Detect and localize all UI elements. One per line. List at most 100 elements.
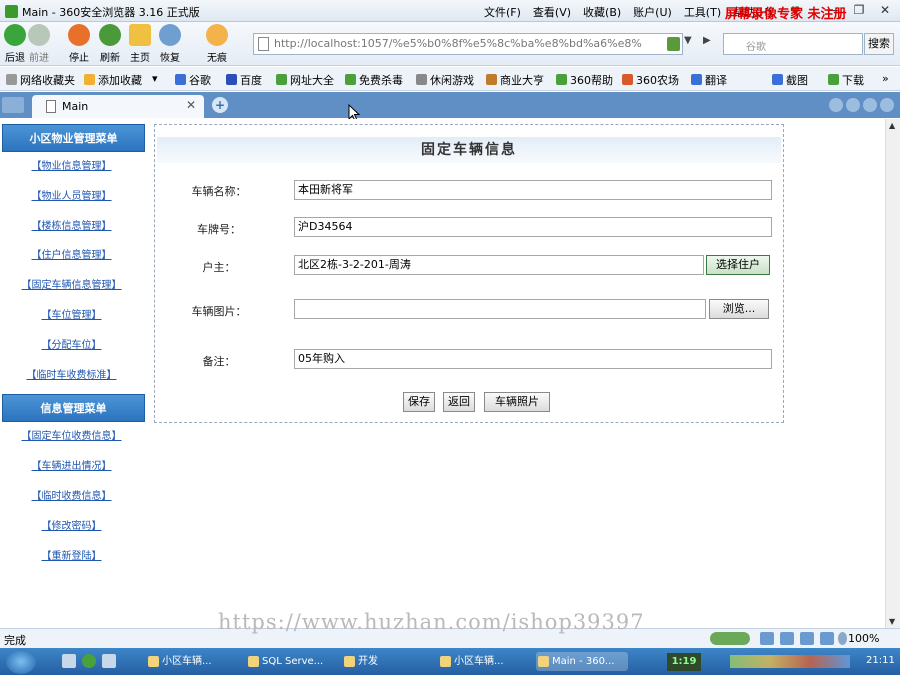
back-button[interactable]: 返回 — [443, 392, 475, 412]
browse-button[interactable]: 浏览... — [709, 299, 769, 319]
fav-360farm[interactable]: 360农场 — [622, 72, 679, 88]
notrace-button[interactable]: 无痕 — [202, 24, 232, 64]
fav-screenshot[interactable]: 截图 — [772, 72, 808, 88]
status-tool-icon[interactable] — [780, 632, 794, 645]
address-bar[interactable]: http://localhost:1057/%e5%b0%8f%e5%8c%ba… — [253, 33, 683, 55]
menu-item-fixed-fee-info[interactable]: 【固定车位收费信息】 — [0, 422, 143, 452]
menu-item-change-password[interactable]: 【修改密码】 — [0, 512, 143, 542]
go-icon[interactable] — [667, 37, 680, 51]
menu-favorites[interactable]: 收藏(B) — [583, 4, 621, 20]
menu-item-relogin[interactable]: 【重新登陆】 — [0, 542, 143, 572]
menu-item-property-info[interactable]: 【物业信息管理】 — [0, 152, 143, 182]
taskbar-item[interactable]: 开发 — [342, 652, 402, 671]
menu-item-temp-fee-standard[interactable]: 【临时车收费标准】 — [0, 361, 143, 391]
browser-logo-icon — [5, 5, 18, 18]
vertical-scrollbar[interactable]: ▲ ▼ — [885, 119, 900, 628]
search-input[interactable]: 谷歌 — [723, 33, 863, 55]
fav-download[interactable]: 下载 — [828, 72, 864, 88]
more-chevron-icon[interactable]: » — [882, 72, 889, 85]
plate-number-input[interactable]: 沪D34564 — [294, 217, 772, 237]
taskbar-item[interactable]: 小区车辆... — [438, 652, 522, 671]
quicklaunch-icon[interactable] — [102, 654, 116, 668]
quicklaunch-icon[interactable] — [62, 654, 76, 668]
fav-network[interactable]: 网络收藏夹 — [6, 72, 75, 88]
fav-antivirus[interactable]: 免费杀毒 — [345, 72, 403, 88]
search-button[interactable]: 搜索 — [864, 33, 894, 55]
new-tab-icon[interactable]: + — [212, 97, 228, 113]
fav-business[interactable]: 商业大亨 — [486, 72, 544, 88]
fav-360help[interactable]: 360帮助 — [556, 72, 613, 88]
fav-translate[interactable]: 翻译 — [691, 72, 727, 88]
recorder-counter: 1:19 — [667, 653, 701, 671]
speed-toggle-icon[interactable] — [710, 632, 750, 645]
fav-games[interactable]: 休闲游戏 — [416, 72, 474, 88]
tab-list-icon[interactable] — [863, 98, 877, 112]
favorites-icon — [6, 74, 17, 85]
fav-google[interactable]: 谷歌 — [175, 72, 211, 88]
antivirus-icon — [345, 74, 356, 85]
save-button[interactable]: 保存 — [403, 392, 435, 412]
fav-baidu[interactable]: 百度 — [226, 72, 262, 88]
taskbar-item[interactable]: SQL Serve... — [246, 652, 330, 671]
fav-dropdown[interactable]: ▾ — [152, 72, 158, 85]
tab-close-icon[interactable]: ✕ — [186, 98, 196, 112]
menu-tools[interactable]: 工具(T) — [684, 4, 721, 20]
menu-file[interactable]: 文件(F) — [484, 4, 521, 20]
home-button[interactable]: 主页 — [125, 24, 155, 64]
select-owner-button[interactable]: 选择住户 — [706, 255, 770, 275]
tab-scroll-left-icon[interactable] — [829, 98, 843, 112]
left-menu: 小区物业管理菜单 【物业信息管理】 【物业人员管理】 【楼栋信息管理】 【住户信… — [0, 119, 148, 628]
stop-label: 停止 — [69, 53, 89, 64]
tab-main[interactable]: Main ✕ — [32, 95, 204, 118]
scroll-up-icon[interactable]: ▲ — [889, 121, 895, 130]
menu-item-parking-space[interactable]: 【车位管理】 — [0, 301, 143, 331]
taskbar-item-active[interactable]: Main - 360... — [536, 652, 628, 671]
menu-view[interactable]: 查看(V) — [533, 4, 571, 20]
menu-item-property-staff[interactable]: 【物业人员管理】 — [0, 182, 143, 212]
fav-add[interactable]: 添加收藏 — [84, 72, 142, 88]
help-icon — [556, 74, 567, 85]
stop-button[interactable]: 停止 — [64, 24, 94, 64]
vehicle-photo-button[interactable]: 车辆照片 — [484, 392, 550, 412]
refresh-button[interactable]: 刷新 — [95, 24, 125, 64]
taskbar-item[interactable]: 小区车辆... — [146, 652, 226, 671]
menu-item-temp-fee-info[interactable]: 【临时收费信息】 — [0, 482, 143, 512]
forward-label: 前进 — [29, 53, 49, 64]
menu-item-fixed-vehicle[interactable]: 【固定车辆信息管理】 — [0, 271, 143, 301]
vehicle-name-input[interactable]: 本田新将军 — [294, 180, 772, 200]
maximize-icon[interactable]: ❐ — [848, 1, 870, 19]
status-tool-icon[interactable] — [820, 632, 834, 645]
address-url[interactable]: http://localhost:1057/%e5%b0%8f%e5%8c%ba… — [274, 37, 654, 50]
notrace-label: 无痕 — [207, 53, 227, 64]
close-icon[interactable]: ✕ — [874, 1, 896, 19]
menu-section-info[interactable]: 信息管理菜单 — [2, 394, 145, 423]
vehicle-image-file-input[interactable] — [294, 299, 706, 319]
tab-controls — [829, 98, 894, 112]
restore-button[interactable]: 恢复 — [155, 24, 185, 64]
fav-label: 360帮助 — [570, 74, 613, 87]
zoom-level[interactable]: 100% — [848, 632, 879, 645]
menu-item-resident-info[interactable]: 【住户信息管理】 — [0, 241, 143, 271]
menu-section-property[interactable]: 小区物业管理菜单 — [2, 124, 145, 152]
address-dropdown-icon[interactable]: ▼ — [684, 35, 692, 46]
fav-urls[interactable]: 网址大全 — [276, 72, 334, 88]
forward-button[interactable]: 前进 — [24, 24, 54, 64]
fav-label: 休闲游戏 — [430, 74, 474, 87]
status-tool-icon[interactable] — [760, 632, 774, 645]
recorder-watermark: 屏幕录像专家 未注册 — [725, 7, 847, 22]
menu-item-building-info[interactable]: 【楼栋信息管理】 — [0, 212, 143, 242]
tab-close-all-icon[interactable] — [880, 98, 894, 112]
start-button-icon[interactable] — [6, 649, 36, 674]
scroll-down-icon[interactable]: ▼ — [889, 617, 895, 626]
system-tray-icons[interactable] — [730, 655, 850, 668]
menu-item-assign-space[interactable]: 【分配车位】 — [0, 331, 143, 361]
status-tool-icon[interactable] — [800, 632, 814, 645]
quicklaunch-icon[interactable] — [82, 654, 96, 668]
address-go-arrow-icon[interactable]: ▶ — [703, 35, 711, 46]
menu-account[interactable]: 账户(U) — [633, 4, 672, 20]
tab-scroll-right-icon[interactable] — [846, 98, 860, 112]
owner-input[interactable]: 北区2栋-3-2-201-周涛 — [294, 255, 704, 275]
sidebar-toggle-icon[interactable] — [2, 97, 24, 113]
remark-input[interactable]: 05年购入 — [294, 349, 772, 369]
menu-item-vehicle-inout[interactable]: 【车辆进出情况】 — [0, 452, 143, 482]
